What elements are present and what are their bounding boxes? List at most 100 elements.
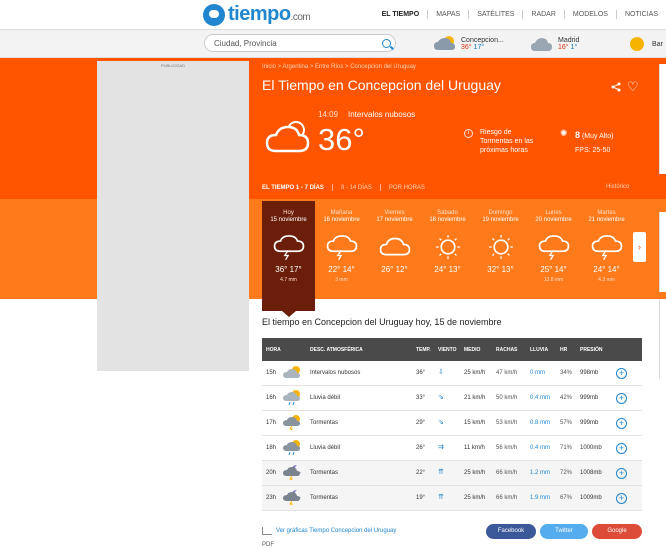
table-row[interactable]: 15h Intervalos nubosos 36° ⇩ 25 km/h 47 … [262,361,642,386]
day-rain: 3 mm [335,277,348,283]
day-rain: 4.3 mm [598,277,615,283]
col-desc: DESC. ATMOSFÉRICA [310,346,363,353]
table-row[interactable]: 16h Lluvia débil 33° ⇘ 21 km/h 50 km/h 0… [262,386,642,411]
row-gust: 53 km/h [496,420,518,426]
heart-icon[interactable]: ♡ [627,80,639,93]
next-days-arrow[interactable]: › [633,232,646,262]
expand-plus-icon[interactable]: + [616,392,627,404]
day-card[interactable]: Martes 21 noviembre 24° 14° 4.3 mm [580,201,633,299]
row-wind: 11 km/h [464,445,485,451]
row-temp: 36° [416,370,426,376]
top-bar: tiempo.com EL TIEMPO MAPAS SATÉLITES RAD… [0,0,666,30]
charts-link[interactable]: Ver gráficas Tiempo Concepcion del Urugu… [262,527,396,535]
city-name: Bar [652,40,663,48]
wind-arrow-icon: ⇘ [438,394,444,401]
uv-label: (Muy Alto) [581,133,614,140]
city-name: Madrid [558,37,580,44]
day-name: Mañana [330,210,353,216]
day-temps: 25° 14° [540,265,567,274]
info-icon: i [464,129,473,138]
col-rachas: RACHAS [496,346,518,353]
row-gust: 47 km/h [496,370,518,376]
col-hora: HORA [266,346,281,353]
table-row[interactable]: 18h Lluvia débil 26° ⇉ 11 km/h 56 km/h 0… [262,436,642,461]
day-card[interactable]: Hoy 15 noviembre 36° 17° 4.7 mm [262,201,315,317]
twitter-button[interactable]: Twitter [540,524,588,539]
row-pressure: 1009mb [580,495,602,501]
row-temp: 33° [416,395,426,401]
search-bar: Ciudad, Provincia Concepcion... 36° 17° M… [0,30,666,58]
search-icon[interactable] [382,39,391,48]
day-date: 18 noviembre [429,217,466,223]
google-button[interactable]: Google [592,524,642,539]
breadcrumb[interactable]: Inicio > Argentina > Entre Ríos > Concep… [262,64,416,70]
row-rain: 0.4 mm [530,445,551,451]
city-widget-bar[interactable]: Bar [626,32,663,56]
nav-noticias[interactable]: NOTICIAS [615,10,666,19]
wind-arrow-icon: ⇈ [438,494,444,501]
row-hour: 18h [266,445,277,451]
col-viento: VIENTO [438,346,457,353]
row-rain: 1.9 mm [530,495,551,501]
side-ad [659,212,666,292]
storm-icon [537,233,571,261]
row-humidity: 67% [560,495,573,501]
row-gust: 66 km/h [496,470,518,476]
storm-icon [283,415,300,432]
day-card[interactable]: Lunes 20 noviembre 25° 14° 13.8 mm [527,201,580,299]
nav-el-tiempo[interactable]: EL TIEMPO [374,10,428,19]
site-logo[interactable]: tiempo.com [203,3,311,26]
nav-modelos[interactable]: MODELOS [563,10,616,19]
table-row[interactable]: 20h Tormentas 22° ⇈ 25 km/h 66 km/h 1.2 … [262,461,642,486]
nav-radar[interactable]: RADAR [522,10,564,19]
row-humidity: 42% [560,395,573,401]
city-widget-concepcion[interactable]: Concepcion... 36° 17° [433,32,504,56]
sun-icon [630,37,644,51]
city-widget-madrid[interactable]: Madrid 16° 1° [530,32,579,56]
wind-arrow-icon: ⇩ [438,369,444,376]
table-row[interactable]: 23h Tormentas 19° ⇈ 25 km/h 66 km/h 1.9 … [262,486,642,511]
day-card[interactable]: Mañana 16 noviembre 22° 14° 3 mm [315,201,368,299]
night-storm-icon [283,489,301,507]
day-card[interactable]: Domingo 19 noviembre 32° 13° [474,201,527,299]
pdf-link[interactable]: PDF [262,542,274,548]
day-card[interactable]: Viernes 17 noviembre 26° 12° [368,201,421,299]
uv-value: 8 [575,130,581,140]
nav-mapas[interactable]: MAPAS [427,10,468,19]
row-temp: 22° [416,470,426,476]
day-card[interactable]: Sábado 18 noviembre 24° 13° [421,201,474,299]
storm-risk: Riesgo de Tormentas en las próximas hora… [480,129,534,154]
city-max: 16° [558,44,569,51]
expand-plus-icon[interactable]: + [616,367,627,379]
day-temps: 32° 13° [487,265,514,274]
rain-icon [283,440,300,456]
facebook-button[interactable]: Facebook [486,524,536,539]
day-name: Martes [597,210,616,216]
expand-plus-icon[interactable]: + [616,467,627,479]
expand-plus-icon[interactable]: + [616,442,627,454]
row-pressure: 999mb [580,420,599,426]
city-min: 17° [473,44,485,51]
col-temp: TEMP. [416,346,431,353]
row-gust: 50 km/h [496,395,518,401]
expand-plus-icon[interactable]: + [616,492,627,504]
col-hr: HR [560,346,568,353]
share-icon[interactable] [611,82,621,92]
tab-1-7-days[interactable]: EL TIEMPO 1 - 7 DÍAS [262,185,332,191]
tab-8-14-days[interactable]: 8 - 14 DÍAS [333,185,380,191]
row-rain: 1.2 mm [530,470,551,476]
search-input[interactable]: Ciudad, Provincia [204,34,396,52]
row-rain: 0.4 mm [530,395,551,401]
table-row[interactable]: 17h Tormentas 29° ⇘ 15 km/h 53 km/h 0.8 … [262,411,642,436]
row-pressure: 1000mb [580,445,602,451]
sun-icon [484,233,518,261]
nav-satelites[interactable]: SATÉLITES [468,10,522,19]
day-name: Lunes [545,210,562,216]
tab-por-horas[interactable]: POR HORAS [381,185,433,191]
section-title: El tiempo en Concepcion del Uruguay hoy,… [262,317,502,327]
row-desc: Tormentas [310,470,339,476]
ad-banner[interactable]: PUBLICIDAD [97,61,249,371]
expand-plus-icon[interactable]: + [616,417,627,429]
historico-link[interactable]: Histórico [606,184,629,190]
night-storm-icon [283,464,301,482]
